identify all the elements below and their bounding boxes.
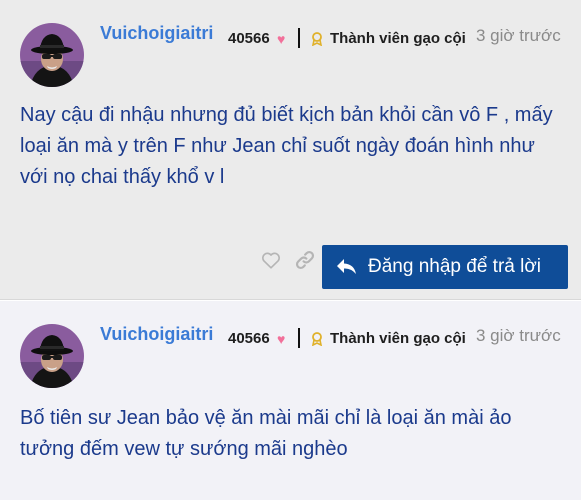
time-ago[interactable]: 3 giờ trước — [476, 326, 561, 346]
login-to-reply-button[interactable]: Đăng nhập để trả lời — [322, 245, 568, 289]
username[interactable]: Vuichoigiaitri — [100, 324, 213, 345]
username[interactable]: Vuichoigiaitri — [100, 23, 213, 44]
post-body: Bố tiên sư Jean bảo vệ ăn mài mãi chỉ là… — [20, 407, 512, 460]
heart-outline-icon[interactable] — [260, 249, 282, 271]
rank-title: Thành viên gạo cội — [330, 30, 466, 47]
rank-title: Thành viên gạo cội — [330, 330, 466, 347]
separator — [298, 328, 300, 348]
reply-arrow-icon — [337, 259, 356, 274]
likes-count: 40566 — [228, 330, 270, 347]
reply-button-label: Đăng nhập để trả lời — [368, 256, 542, 277]
post-2: Vuichoigiaitri 40566 ♥ Thành viên gạo cộ… — [0, 301, 581, 500]
avatar[interactable] — [20, 324, 84, 388]
heart-icon: ♥ — [277, 31, 286, 47]
link-icon[interactable] — [294, 249, 316, 271]
separator — [298, 28, 300, 48]
medal-icon — [311, 332, 323, 347]
time-ago[interactable]: 3 giờ trước — [476, 26, 561, 46]
post-body: Nay cậu đi nhậu nhưng đủ biết kịch bản k… — [20, 104, 553, 188]
medal-icon — [311, 32, 323, 47]
likes-count: 40566 — [228, 30, 270, 47]
post-1: Vuichoigiaitri 40566 ♥ Thành viên gạo cộ… — [0, 0, 581, 300]
avatar[interactable] — [20, 23, 84, 87]
heart-icon: ♥ — [277, 331, 286, 347]
